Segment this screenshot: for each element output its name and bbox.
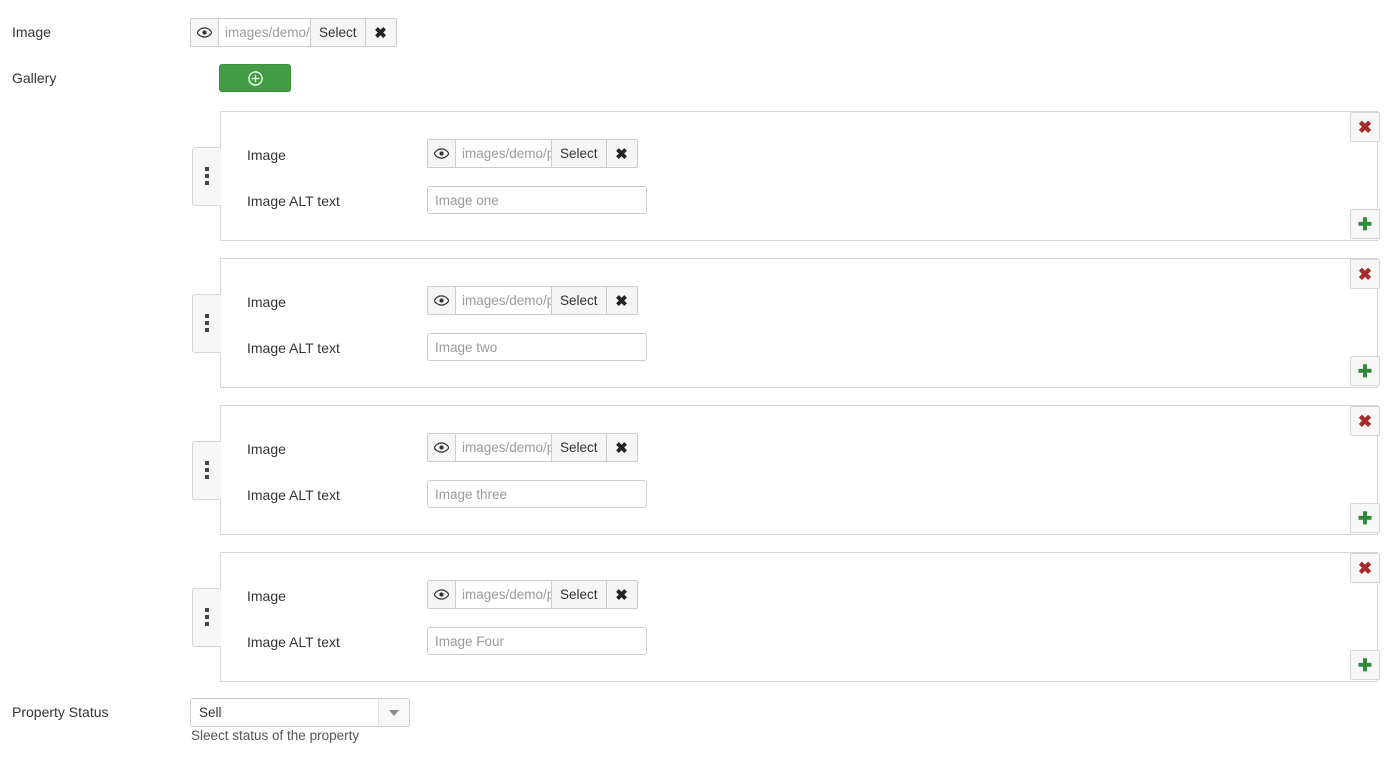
gallery-item-remove-button[interactable]: ✖ (1350, 112, 1380, 142)
gallery-item-path-display[interactable]: images/demo/property-2.jpg (456, 287, 552, 314)
drag-handle-icon (205, 314, 209, 318)
gallery-item-panel: Imageimages/demo/property-3.jpgSelect✖Im… (220, 405, 1378, 535)
close-icon[interactable]: ✖ (606, 287, 637, 314)
drag-handle-icon (205, 468, 209, 472)
gallery-item-select-button[interactable]: Select (552, 140, 607, 167)
gallery-item-image-label: Image (247, 588, 286, 604)
gallery-item-alt-input[interactable] (427, 186, 647, 214)
gallery-item-panel: Imageimages/demo/property-1.jpgSelect✖Im… (220, 111, 1378, 241)
close-icon[interactable]: ✖ (606, 140, 637, 167)
gallery-item-file-input-group[interactable]: images/demo/property-4.jpgSelect✖ (427, 580, 638, 609)
field-label-gallery: Gallery (12, 70, 57, 86)
close-icon[interactable]: ✖ (365, 19, 396, 46)
gallery-item-select-button[interactable]: Select (552, 581, 607, 608)
image-path-display[interactable]: images/demo/featured.jpg (219, 19, 311, 46)
gallery-item-panel: Imageimages/demo/property-4.jpgSelect✖Im… (220, 552, 1378, 682)
gallery-item-path-display[interactable]: images/demo/property-1.jpg (456, 140, 552, 167)
drag-handle-icon (205, 461, 209, 465)
gallery-item-alt-label: Image ALT text (247, 634, 340, 650)
eye-icon[interactable] (428, 140, 456, 167)
field-label-property-status: Property Status (12, 704, 109, 720)
drag-handle-icon (205, 181, 209, 185)
eye-icon[interactable] (191, 19, 219, 46)
circle-plus-icon (247, 70, 263, 86)
close-icon[interactable]: ✖ (606, 581, 637, 608)
gallery-item-image-label: Image (247, 294, 286, 310)
eye-icon[interactable] (428, 287, 456, 314)
gallery-item-add-button[interactable]: ✚ (1350, 356, 1380, 386)
image-select-button[interactable]: Select (311, 19, 366, 46)
gallery-item-alt-label: Image ALT text (247, 193, 340, 209)
gallery-item-drag-handle[interactable] (192, 293, 221, 353)
gallery-item-remove-button[interactable]: ✖ (1350, 406, 1380, 436)
gallery-item-alt-label: Image ALT text (247, 340, 340, 356)
gallery-item-add-button[interactable]: ✚ (1350, 209, 1380, 239)
drag-handle-icon (205, 321, 209, 325)
field-label-image: Image (12, 24, 51, 40)
gallery-item-add-button[interactable]: ✚ (1350, 650, 1380, 680)
close-icon[interactable]: ✖ (606, 434, 637, 461)
gallery-item-alt-input[interactable] (427, 627, 647, 655)
gallery-item-path-display[interactable]: images/demo/property-3.jpg (456, 434, 552, 461)
gallery-item-drag-handle[interactable] (192, 587, 221, 647)
drag-handle-icon (205, 174, 209, 178)
gallery-item-select-button[interactable]: Select (552, 434, 607, 461)
image-file-input-group[interactable]: images/demo/featured.jpg Select ✖ (190, 18, 397, 47)
chevron-down-icon[interactable] (378, 699, 409, 726)
gallery-item-alt-input[interactable] (427, 333, 647, 361)
property-status-help-text: Sleect status of the property (191, 728, 360, 743)
drag-handle-icon (205, 475, 209, 479)
gallery-item-file-input-group[interactable]: images/demo/property-3.jpgSelect✖ (427, 433, 638, 462)
gallery-item-file-input-group[interactable]: images/demo/property-1.jpgSelect✖ (427, 139, 638, 168)
eye-icon[interactable] (428, 581, 456, 608)
gallery-add-item-button[interactable] (219, 64, 291, 92)
drag-handle-icon (205, 615, 209, 619)
gallery-item-select-button[interactable]: Select (552, 287, 607, 314)
drag-handle-icon (205, 328, 209, 332)
gallery-item-add-button[interactable]: ✚ (1350, 503, 1380, 533)
gallery-item-panel: Imageimages/demo/property-2.jpgSelect✖Im… (220, 258, 1378, 388)
drag-handle-icon (205, 167, 209, 171)
gallery-item-remove-button[interactable]: ✖ (1350, 553, 1380, 583)
gallery-item-drag-handle[interactable] (192, 146, 221, 206)
drag-handle-icon (205, 608, 209, 612)
gallery-item-remove-button[interactable]: ✖ (1350, 259, 1380, 289)
property-status-select[interactable]: Sell (190, 698, 410, 727)
property-status-selected-value: Sell (191, 699, 378, 726)
gallery-item-alt-input[interactable] (427, 480, 647, 508)
drag-handle-icon (205, 622, 209, 626)
eye-icon[interactable] (428, 434, 456, 461)
gallery-item-path-display[interactable]: images/demo/property-4.jpg (456, 581, 552, 608)
gallery-item-image-label: Image (247, 441, 286, 457)
gallery-item-image-label: Image (247, 147, 286, 163)
gallery-item-file-input-group[interactable]: images/demo/property-2.jpgSelect✖ (427, 286, 638, 315)
gallery-item-alt-label: Image ALT text (247, 487, 340, 503)
gallery-item-drag-handle[interactable] (192, 440, 221, 500)
